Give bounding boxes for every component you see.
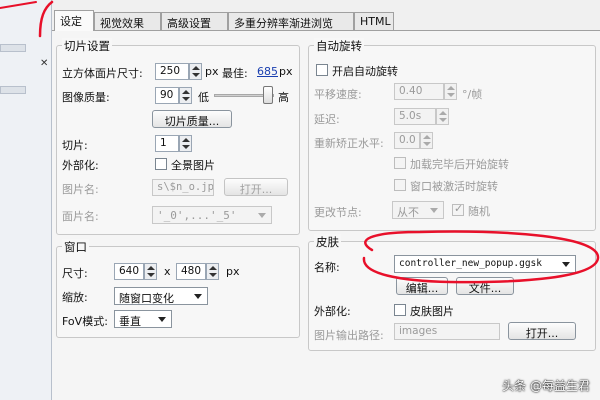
- size-label: 尺寸:: [62, 267, 88, 280]
- tab-visual-effects[interactable]: 视觉效果: [94, 12, 161, 30]
- times-label: x: [164, 265, 171, 278]
- slices-label: 切片:: [62, 139, 88, 152]
- externalize-label: 外部化:: [62, 159, 99, 172]
- image-quality-spinner[interactable]: [179, 87, 192, 104]
- chevron-down-icon: [430, 208, 438, 213]
- cube-face-size-label: 立方体面片尺寸:: [62, 67, 143, 80]
- left-panel-bar: [0, 44, 26, 52]
- image-quality-label: 图像质量:: [62, 91, 110, 104]
- skin-image-checkbox[interactable]: [394, 304, 406, 316]
- speed-spinner[interactable]: [444, 83, 457, 100]
- window-height-spinner[interactable]: [206, 263, 219, 280]
- output-path-input[interactable]: images: [394, 323, 500, 340]
- cube-face-size-input[interactable]: 250: [155, 63, 189, 80]
- group-title: 切片设置: [62, 38, 112, 54]
- left-panel-bar: [0, 86, 26, 94]
- unit-label: px: [205, 65, 219, 78]
- skin-name-value: controller_new_popup.ggsk: [399, 258, 542, 269]
- skin-name-select[interactable]: controller_new_popup.ggsk: [394, 255, 576, 273]
- skin-file-button[interactable]: 文件...: [456, 277, 514, 295]
- face-name-label: 面片名:: [62, 210, 99, 223]
- change-node-label: 更改节点:: [314, 206, 362, 219]
- quality-low-label: 低: [198, 91, 209, 104]
- image-quality-input[interactable]: 90: [155, 87, 179, 104]
- skin-image-label: 皮肤图片: [410, 305, 454, 318]
- skin-name-label: 名称:: [314, 261, 340, 274]
- image-name-input[interactable]: s\$n_o.jpg: [152, 179, 214, 196]
- random-checkbox[interactable]: [452, 202, 464, 216]
- panorama-image-checkbox[interactable]: [155, 158, 167, 170]
- watermark-text: 头条 @每益生君: [502, 379, 590, 393]
- chevron-down-icon: [562, 262, 570, 267]
- chevron-down-icon: [258, 213, 266, 218]
- group-title: 皮肤: [314, 234, 341, 250]
- chevron-down-icon: [158, 317, 166, 322]
- scale-label: 缩放:: [62, 291, 88, 304]
- quality-slider-thumb[interactable]: [263, 86, 273, 104]
- unit-label: px: [226, 265, 240, 278]
- rotate-when-active-checkbox[interactable]: [394, 179, 406, 191]
- panorama-image-label: 全景图片: [171, 159, 215, 172]
- group-title: 自动旋转: [314, 38, 364, 54]
- slices-input[interactable]: 1: [155, 135, 179, 152]
- rotate-when-active-label: 窗口被激活时旋转: [410, 180, 498, 193]
- tab-html[interactable]: HTML: [354, 12, 394, 30]
- best-size-link[interactable]: 685: [257, 65, 278, 78]
- slices-spinner[interactable]: [179, 135, 192, 152]
- image-open-button[interactable]: 打开...: [224, 178, 288, 196]
- start-after-load-label: 加载完毕后开始旋转: [410, 158, 509, 171]
- output-path-open-button[interactable]: 打开...: [508, 322, 576, 340]
- close-icon[interactable]: ✕: [40, 58, 48, 69]
- horizon-label: 重新矫正水平:: [314, 137, 384, 150]
- fov-mode-select[interactable]: 垂直: [114, 310, 172, 328]
- window-width-spinner[interactable]: [144, 263, 157, 280]
- scale-select[interactable]: 随窗口变化: [114, 287, 208, 305]
- face-name-value: '_0',...'_5': [157, 209, 237, 222]
- best-label: 最佳:: [222, 67, 248, 80]
- cube-face-size-spinner[interactable]: [189, 63, 202, 80]
- change-node-value: 从不: [397, 206, 419, 219]
- enable-auto-rotate-checkbox[interactable]: [316, 64, 328, 76]
- slice-quality-button[interactable]: 切片质量...: [152, 110, 232, 128]
- image-name-label: 图片名:: [62, 183, 99, 196]
- tab-advanced-settings[interactable]: 高级设置: [161, 12, 228, 30]
- speed-input[interactable]: 0.40: [394, 83, 444, 100]
- delay-spinner[interactable]: [436, 108, 449, 125]
- change-node-select[interactable]: 从不: [392, 201, 444, 219]
- speed-label: 平移速度:: [314, 88, 362, 101]
- unit-label: px: [279, 65, 293, 78]
- enable-auto-rotate-label: 开启自动旋转: [332, 65, 398, 78]
- delay-label: 延迟:: [314, 113, 340, 126]
- chevron-down-icon: [194, 294, 202, 299]
- scale-value: 随窗口变化: [119, 292, 174, 305]
- quality-high-label: 高: [278, 91, 289, 104]
- horizon-spinner[interactable]: [420, 132, 433, 149]
- fov-mode-value: 垂直: [119, 315, 141, 328]
- skin-edit-button[interactable]: 编辑...: [396, 277, 448, 295]
- left-panel-strip: ✕: [0, 0, 52, 400]
- random-label: 随机: [468, 205, 490, 218]
- tab-multires[interactable]: 多重分辨率渐进浏览: [228, 12, 354, 30]
- tab-settings[interactable]: 设定: [54, 10, 94, 31]
- output-path-label: 图片输出路径:: [314, 329, 384, 342]
- fov-mode-label: FoV模式:: [62, 315, 108, 328]
- speed-unit-label: °/帧: [462, 88, 483, 101]
- horizon-input[interactable]: 0.0: [394, 132, 420, 149]
- start-after-load-checkbox[interactable]: [394, 157, 406, 169]
- settings-panel: 切片设置 立方体面片尺寸: 250 px 最佳: 685 px 图像质量: 90…: [52, 30, 600, 400]
- delay-input[interactable]: 5.0s: [394, 108, 436, 125]
- face-name-select[interactable]: '_0',...'_5': [152, 206, 272, 224]
- tab-bar: 设定 视觉效果 高级设置 多重分辨率渐进浏览 HTML: [52, 10, 600, 31]
- window-height-input[interactable]: 480: [176, 263, 206, 280]
- skin-externalize-label: 外部化:: [314, 305, 351, 318]
- window-width-input[interactable]: 640: [114, 263, 144, 280]
- group-title: 窗口: [62, 239, 89, 255]
